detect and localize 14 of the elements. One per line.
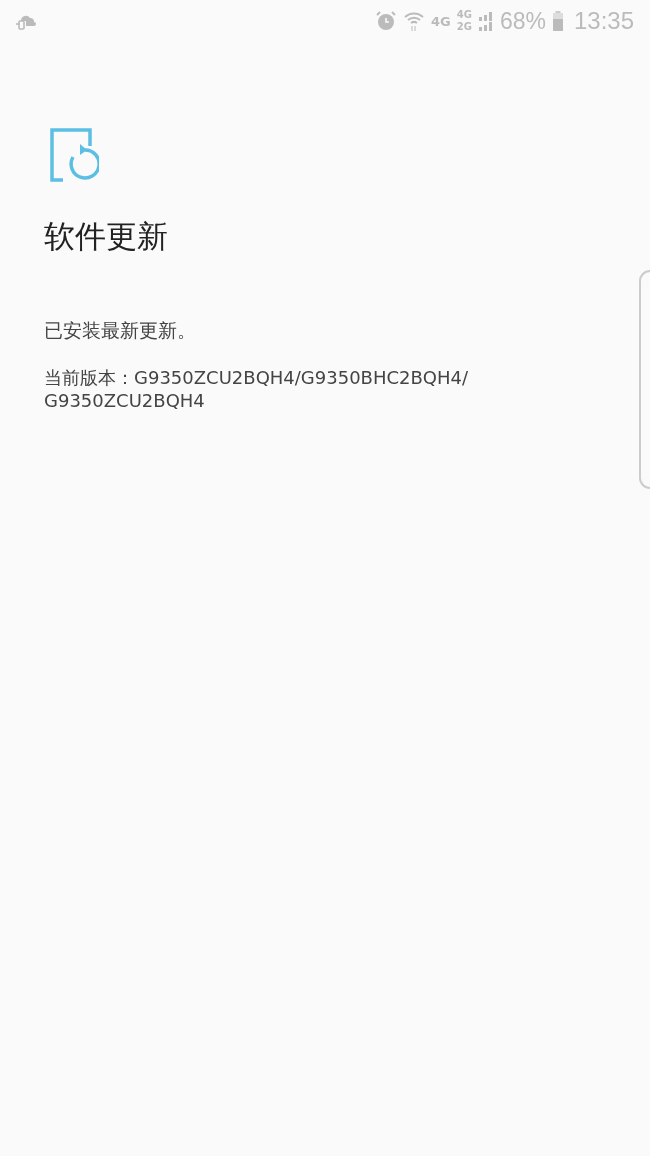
battery-icon [551,10,564,32]
network-label: 2G [456,22,472,32]
clock-time: 13:35 [573,7,634,35]
network-label: 4G [456,10,472,20]
battery-percent: 68% [499,7,546,35]
edge-panel-handle[interactable] [639,270,650,489]
signal-icon [477,10,494,32]
page-title: 软件更新 [44,217,168,256]
status-message: 已安装最新更新。 [44,318,196,343]
alarm-icon [375,10,397,32]
version-text: 当前版本：G9350ZCU2BQH4/G9350BHC2BQH4/G9350ZCU2BQH4 [44,366,470,413]
network-label: 4G [431,14,451,28]
software-update-icon [49,128,99,184]
wifi-icon [403,10,425,32]
